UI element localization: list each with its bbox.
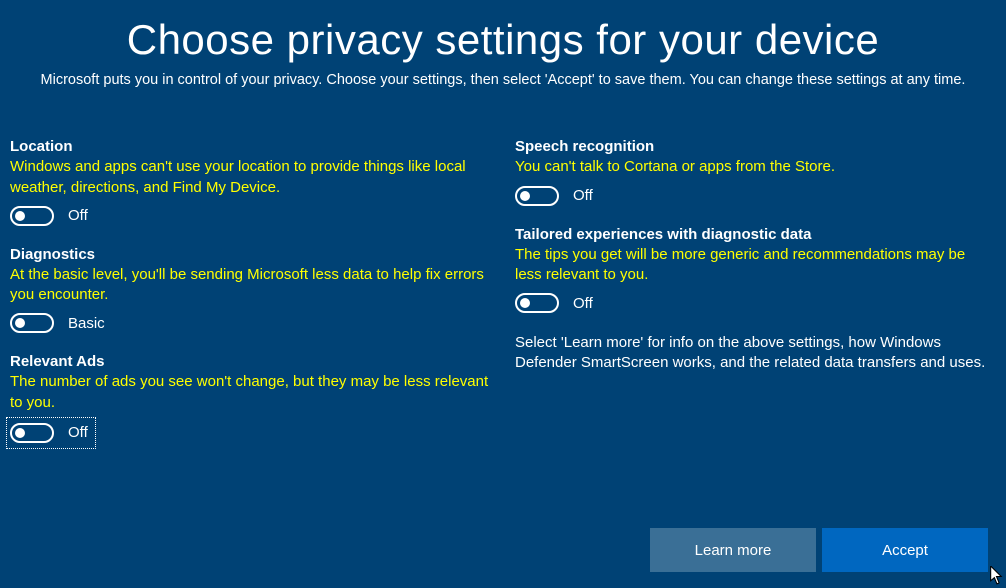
setting-speech: Speech recognition You can't talk to Cor… bbox=[515, 138, 996, 205]
toggle-knob bbox=[520, 298, 530, 308]
toggle-label-relevant-ads: Off bbox=[68, 424, 88, 441]
setting-location: Location Windows and apps can't use your… bbox=[10, 138, 491, 226]
toggle-knob bbox=[520, 191, 530, 201]
toggle-knob bbox=[15, 211, 25, 221]
page-subtitle: Microsoft puts you in control of your pr… bbox=[0, 70, 1006, 90]
learn-more-button[interactable]: Learn more bbox=[650, 528, 816, 572]
accept-button[interactable]: Accept bbox=[822, 528, 988, 572]
toggle-label-speech: Off bbox=[573, 187, 593, 204]
setting-title-location: Location bbox=[10, 138, 491, 155]
setting-desc-tailored: The tips you get will be more generic an… bbox=[515, 245, 996, 286]
setting-desc-relevant-ads: The number of ads you see won't change, … bbox=[10, 372, 491, 413]
toggle-row-tailored: Off bbox=[515, 293, 996, 313]
setting-desc-location: Windows and apps can't use your location… bbox=[10, 157, 491, 198]
toggle-knob bbox=[15, 318, 25, 328]
setting-desc-speech: You can't talk to Cortana or apps from t… bbox=[515, 157, 996, 177]
setting-title-relevant-ads: Relevant Ads bbox=[10, 353, 491, 370]
toggle-label-diagnostics: Basic bbox=[68, 315, 105, 332]
toggle-location[interactable] bbox=[10, 206, 54, 226]
toggle-label-tailored: Off bbox=[573, 295, 593, 312]
info-text: Select 'Learn more' for info on the abov… bbox=[515, 333, 996, 374]
cursor-icon bbox=[990, 566, 1004, 586]
settings-column-right: Speech recognition You can't talk to Cor… bbox=[515, 138, 996, 468]
toggle-row-speech: Off bbox=[515, 186, 996, 206]
setting-title-diagnostics: Diagnostics bbox=[10, 246, 491, 263]
toggle-label-location: Off bbox=[68, 207, 88, 224]
toggle-speech[interactable] bbox=[515, 186, 559, 206]
toggle-row-location: Off bbox=[10, 206, 491, 226]
setting-diagnostics: Diagnostics At the basic level, you'll b… bbox=[10, 246, 491, 334]
toggle-tailored[interactable] bbox=[515, 293, 559, 313]
toggle-knob bbox=[15, 428, 25, 438]
toggle-relevant-ads[interactable] bbox=[10, 423, 54, 443]
setting-title-tailored: Tailored experiences with diagnostic dat… bbox=[515, 226, 996, 243]
setting-desc-diagnostics: At the basic level, you'll be sending Mi… bbox=[10, 265, 491, 306]
toggle-diagnostics[interactable] bbox=[10, 313, 54, 333]
setting-title-speech: Speech recognition bbox=[515, 138, 996, 155]
settings-grid: Location Windows and apps can't use your… bbox=[0, 90, 1006, 468]
page-title: Choose privacy settings for your device bbox=[0, 0, 1006, 64]
toggle-row-relevant-ads: Off bbox=[10, 421, 92, 445]
button-bar: Learn more Accept bbox=[650, 528, 988, 572]
setting-relevant-ads: Relevant Ads The number of ads you see w… bbox=[10, 353, 491, 448]
settings-column-left: Location Windows and apps can't use your… bbox=[10, 138, 491, 468]
toggle-row-diagnostics: Basic bbox=[10, 313, 491, 333]
setting-tailored: Tailored experiences with diagnostic dat… bbox=[515, 226, 996, 314]
